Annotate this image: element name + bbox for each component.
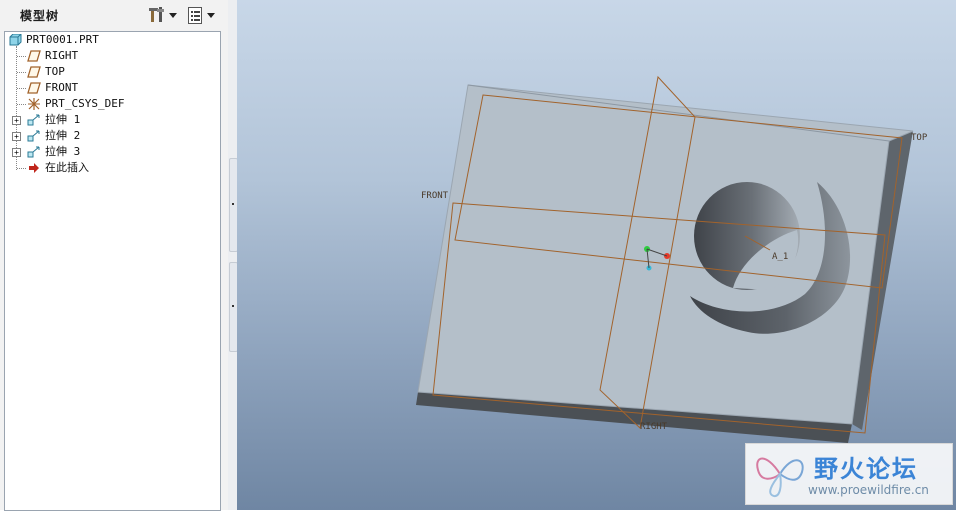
- tree-item-label: 在此插入: [45, 161, 89, 174]
- tree-item-label: PRT_CSYS_DEF: [45, 97, 125, 110]
- tree-item-label: 拉伸 3: [45, 145, 81, 158]
- tree-item-top-plane[interactable]: TOP: [5, 64, 215, 80]
- tree-item-label: PRT0001.PRT: [26, 33, 99, 46]
- tree-item-label: FRONT: [45, 81, 79, 94]
- model-tree-panel: 模型树 PRT0001.PRT RIGHT TOP FRONT PRT_CSYS…: [0, 0, 228, 511]
- model-tree-header: 模型树: [0, 0, 228, 30]
- extrude-icon: [27, 114, 40, 126]
- datum-plane-icon: [27, 82, 41, 94]
- model-scene: TOP FRONT RIGHT A_1: [416, 75, 928, 443]
- tree-item-extrude-1[interactable]: + 拉伸 1: [5, 112, 215, 128]
- tree-settings-icon: [149, 7, 164, 22]
- chevron-down-icon: [207, 12, 215, 18]
- extrude-icon: [27, 146, 40, 158]
- datum-label-front: FRONT: [421, 191, 449, 201]
- tree-settings-button[interactable]: [148, 5, 177, 25]
- tree-item-label: TOP: [45, 65, 65, 78]
- tree-item-right-plane[interactable]: RIGHT: [5, 48, 215, 64]
- tree-item-label: RIGHT: [45, 49, 79, 62]
- expand-plus-icon[interactable]: +: [12, 116, 21, 125]
- datum-label-top: TOP: [911, 133, 928, 143]
- insert-here-arrow-icon: [29, 163, 39, 173]
- coordinate-system-icon: [28, 98, 40, 110]
- tree-columns-button[interactable]: [187, 5, 215, 25]
- forum-watermark: 野火论坛 www.proewildfire.cn: [745, 443, 953, 505]
- datum-plane-icon: [27, 66, 41, 78]
- tree-item-extrude-2[interactable]: + 拉伸 2: [5, 128, 215, 144]
- datum-label-axis: A_1: [772, 252, 788, 262]
- part-icon: [9, 34, 22, 46]
- tree-item-extrude-3[interactable]: + 拉伸 3: [5, 144, 215, 160]
- butterfly-logo-icon: [756, 457, 804, 497]
- graphics-viewport[interactable]: TOP FRONT RIGHT A_1: [237, 0, 956, 510]
- tree-columns-icon: [188, 6, 202, 24]
- model-tree-title: 模型树: [20, 9, 60, 23]
- tree-item-front-plane[interactable]: FRONT: [5, 80, 215, 96]
- model-tree: PRT0001.PRT RIGHT TOP FRONT PRT_CSYS_DEF…: [4, 31, 221, 511]
- expand-plus-icon[interactable]: +: [12, 132, 21, 141]
- datum-label-right: RIGHT: [640, 422, 668, 432]
- watermark-url: www.proewildfire.cn: [808, 483, 929, 497]
- tree-item-csys[interactable]: PRT_CSYS_DEF: [5, 96, 215, 112]
- datum-plane-icon: [27, 50, 41, 62]
- watermark-title: 野火论坛: [814, 455, 918, 483]
- tree-item-part[interactable]: PRT0001.PRT: [5, 32, 215, 48]
- tree-item-insert-here[interactable]: 在此插入: [5, 160, 215, 176]
- tree-item-label: 拉伸 1: [45, 113, 81, 126]
- expand-plus-icon[interactable]: +: [12, 148, 21, 157]
- chevron-down-icon: [169, 12, 177, 18]
- extrude-icon: [27, 130, 40, 142]
- panel-splitter[interactable]: [228, 0, 238, 510]
- tree-item-label: 拉伸 2: [45, 129, 81, 142]
